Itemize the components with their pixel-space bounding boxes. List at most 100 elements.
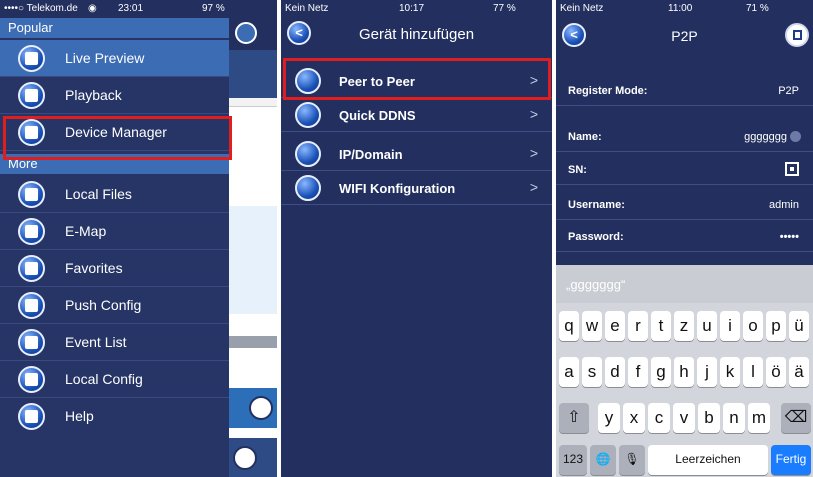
- key-n[interactable]: n: [723, 403, 745, 433]
- field-password[interactable]: Password: •••••: [556, 222, 813, 252]
- page-title: P2P: [671, 28, 698, 44]
- key-v[interactable]: v: [673, 403, 695, 433]
- menu-item-local-config[interactable]: Local Config: [0, 361, 229, 398]
- key-row-2: asdfghjklöä: [556, 357, 813, 387]
- save-icon: [793, 30, 802, 40]
- key-o[interactable]: o: [743, 311, 763, 341]
- status-bar: ••••○ Telekom.de ◉ 23:01 97 %: [0, 0, 277, 18]
- key-g[interactable]: g: [651, 357, 671, 387]
- save-button[interactable]: [785, 23, 809, 47]
- key-d[interactable]: d: [605, 357, 625, 387]
- status-bar: Kein Netz 10:17 77 %: [281, 0, 552, 18]
- field-sn[interactable]: SN:: [556, 155, 813, 185]
- clock-label: 23:01: [118, 3, 144, 14]
- key-y[interactable]: y: [598, 403, 620, 433]
- key-s[interactable]: s: [582, 357, 602, 387]
- key-t[interactable]: t: [651, 311, 671, 341]
- password-input[interactable]: •••••: [780, 231, 799, 243]
- star-icon: [18, 255, 45, 282]
- menu-icon[interactable]: [235, 22, 257, 44]
- nav-header: < Gerät hinzufügen: [281, 18, 552, 48]
- backspace-key[interactable]: ⌫: [781, 403, 811, 433]
- key-w[interactable]: w: [582, 311, 602, 341]
- key-a[interactable]: a: [559, 357, 579, 387]
- key-row-1: qwertzuiopü: [556, 311, 813, 341]
- done-key[interactable]: Fertig: [771, 445, 811, 475]
- keyboard: „ggggggg“ qwertzuiopü asdfghjklöä ⇧ ⌫ yx…: [556, 265, 813, 477]
- menu-item-favorites[interactable]: Favorites: [0, 250, 229, 287]
- field-username[interactable]: Username: admin: [556, 190, 813, 220]
- key-k[interactable]: k: [720, 357, 740, 387]
- add-device-screen: Kein Netz 10:17 77 % < Gerät hinzufügen …: [281, 0, 552, 477]
- wifi-icon: [295, 175, 321, 201]
- battery-label: 97 %: [202, 3, 225, 14]
- nav-header: < P2P: [556, 18, 813, 52]
- qr-code-icon[interactable]: [785, 162, 799, 176]
- key-q[interactable]: q: [559, 311, 579, 341]
- highlight-peer-to-peer: [283, 58, 551, 100]
- key-i[interactable]: i: [720, 311, 740, 341]
- menu-item-e-map[interactable]: E-Map: [0, 213, 229, 250]
- key-f[interactable]: f: [628, 357, 648, 387]
- key-z[interactable]: z: [674, 311, 694, 341]
- key-x[interactable]: x: [623, 403, 645, 433]
- side-menu: Popular Live Preview Playback Device Man…: [0, 18, 229, 477]
- key-e[interactable]: e: [605, 311, 625, 341]
- push-icon: [18, 292, 45, 319]
- underlying-header: [229, 18, 277, 50]
- field-name[interactable]: Name: ggggggg: [556, 122, 813, 152]
- key-m[interactable]: m: [748, 403, 770, 433]
- menu-item-push-config[interactable]: Push Config: [0, 287, 229, 324]
- menu-item-live-preview[interactable]: Live Preview: [0, 40, 229, 77]
- section-popular: Popular: [0, 18, 229, 38]
- name-input[interactable]: ggggggg: [744, 131, 787, 143]
- key-p[interactable]: p: [766, 311, 786, 341]
- key-h[interactable]: h: [674, 357, 694, 387]
- username-input[interactable]: admin: [769, 199, 799, 211]
- folder-icon: [18, 181, 45, 208]
- key-ä[interactable]: ä: [789, 357, 809, 387]
- menu-item-local-files[interactable]: Local Files: [0, 176, 229, 213]
- shift-key[interactable]: ⇧: [559, 403, 589, 433]
- status-bar: Kein Netz 11:00 71 %: [556, 0, 813, 18]
- microphone-icon[interactable]: 🎙: [619, 445, 645, 475]
- clear-icon[interactable]: [790, 131, 801, 142]
- battery-label: 71 %: [746, 3, 769, 14]
- globe-icon[interactable]: 🌐: [590, 445, 616, 475]
- battery-label: 77 %: [493, 3, 516, 14]
- wifi-icon: ◉: [88, 3, 97, 14]
- space-key[interactable]: Leerzeichen: [648, 445, 768, 475]
- chevron-right-icon: >: [529, 145, 538, 161]
- menu-item-help[interactable]: Help: [0, 398, 229, 435]
- key-b[interactable]: b: [698, 403, 720, 433]
- numbers-key[interactable]: 123: [559, 445, 587, 475]
- key-j[interactable]: j: [697, 357, 717, 387]
- suggestion-text[interactable]: „ggggggg“: [566, 277, 625, 292]
- menu-item-playback[interactable]: Playback: [0, 77, 229, 114]
- key-u[interactable]: u: [697, 311, 717, 341]
- option-quick-ddns[interactable]: Quick DDNS >: [281, 98, 552, 132]
- key-row-4: 123 🌐 🎙 Leerzeichen Fertig: [556, 445, 813, 475]
- key-ü[interactable]: ü: [789, 311, 809, 341]
- suggestion-bar[interactable]: „ggggggg“: [556, 265, 813, 303]
- option-ip-domain[interactable]: IP/Domain >: [281, 137, 552, 171]
- key-c[interactable]: c: [648, 403, 670, 433]
- clock-label: 11:00: [668, 3, 693, 14]
- chevron-right-icon: >: [529, 106, 538, 122]
- option-wifi-config[interactable]: WIFI Konfiguration >: [281, 171, 552, 205]
- ddns-icon: [295, 102, 321, 128]
- camera-icon: [18, 45, 45, 72]
- underlying-screen: [229, 18, 277, 477]
- key-l[interactable]: l: [743, 357, 763, 387]
- help-icon: [18, 403, 45, 430]
- register-mode-value: P2P: [778, 85, 799, 97]
- menu-item-event-list[interactable]: Event List: [0, 324, 229, 361]
- mail-icon: [18, 329, 45, 356]
- field-register-mode[interactable]: Register Mode: P2P: [556, 76, 813, 106]
- key-ö[interactable]: ö: [766, 357, 786, 387]
- page-title: Gerät hinzufügen: [358, 26, 475, 43]
- menu-screen: ••••○ Telekom.de ◉ 23:01 97 % Popular Li…: [0, 0, 277, 477]
- camera-capture-icon[interactable]: [233, 446, 257, 470]
- key-r[interactable]: r: [628, 311, 648, 341]
- grid-icon[interactable]: [249, 396, 273, 420]
